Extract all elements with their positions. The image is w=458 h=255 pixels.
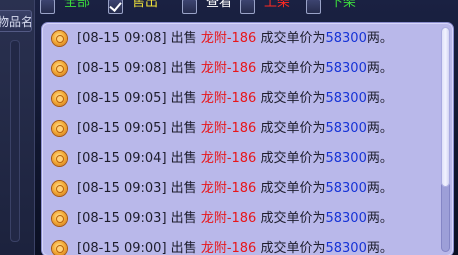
log-price-prefix: 成交单价为 [260, 121, 326, 136]
filter-all-checkbox[interactable] [40, 0, 55, 14]
left-panel: 物品名 [0, 0, 35, 255]
log-price: 58300 [325, 211, 367, 226]
log-entry-text: [08-15 09:03] 出售 龙附-186 成交单价为58300两。 [77, 210, 393, 228]
log-action: 出售 [170, 211, 197, 226]
log-item: 龙附-186 [200, 241, 257, 255]
log-item: 龙附-186 [200, 181, 257, 196]
log-entry-text: [08-15 09:05] 出售 龙附-186 成交单价为58300两。 [77, 90, 393, 108]
log-entry-text: [08-15 09:00] 出售 龙附-186 成交单价为58300两。 [77, 240, 393, 255]
log-unit: 两。 [366, 91, 393, 106]
log-action: 出售 [170, 181, 197, 196]
filter-sold-label: 售出 [132, 0, 159, 10]
log-time: [08-15 09:05] [77, 121, 167, 136]
log-price-prefix: 成交单价为 [260, 241, 326, 255]
trade-log-list: [08-15 09:08] 出售 龙附-186 成交单价为58300两。 [08-… [42, 23, 434, 255]
log-entry-text: [08-15 09:03] 出售 龙附-186 成交单价为58300两。 [77, 180, 393, 198]
log-price: 58300 [325, 121, 367, 136]
log-price-prefix: 成交单价为 [260, 151, 326, 166]
coin-icon [52, 181, 67, 196]
log-scrollbar[interactable] [441, 27, 450, 252]
filter-sold-checkbox[interactable] [108, 0, 123, 14]
log-scrollbar-thumb[interactable] [441, 27, 450, 187]
log-time: [08-15 09:08] [77, 61, 167, 76]
log-entry-text: [08-15 09:04] 出售 龙附-186 成交单价为58300两。 [77, 150, 393, 168]
log-entry-text: [08-15 09:05] 出售 龙附-186 成交单价为58300两。 [77, 120, 393, 138]
log-price: 58300 [325, 91, 367, 106]
log-entry-text: [08-15 09:08] 出售 龙附-186 成交单价为58300两。 [77, 60, 393, 78]
log-price: 58300 [325, 61, 367, 76]
log-price: 58300 [325, 241, 367, 255]
log-unit: 两。 [366, 31, 393, 46]
log-time: [08-15 09:00] [77, 241, 167, 255]
filter-sold[interactable]: 售出 [108, 0, 158, 16]
log-unit: 两。 [366, 151, 393, 166]
log-action: 出售 [170, 31, 197, 46]
filter-bar: 全部 售出 查看 上架 下架 [40, 0, 458, 16]
log-unit: 两。 [366, 61, 393, 76]
filter-all-label: 全部 [64, 0, 91, 10]
trade-log-window: 物品名 全部 售出 查看 上架 下架 [08-15 09:08] 出售 龙附-1… [0, 0, 458, 255]
log-time: [08-15 09:03] [77, 181, 167, 196]
trade-log-panel: [08-15 09:08] 出售 龙附-186 成交单价为58300两。 [08-… [41, 22, 454, 255]
log-price: 58300 [325, 181, 367, 196]
log-entry-text: [08-15 09:08] 出售 龙附-186 成交单价为58300两。 [77, 30, 393, 48]
filter-view-checkbox[interactable] [182, 0, 197, 14]
log-unit: 两。 [366, 241, 393, 255]
log-price-prefix: 成交单价为 [260, 181, 326, 196]
log-action: 出售 [170, 151, 197, 166]
coin-icon [52, 241, 67, 255]
log-price: 58300 [325, 151, 367, 166]
log-unit: 两。 [366, 121, 393, 136]
coin-icon [52, 121, 67, 136]
log-price-prefix: 成交单价为 [260, 91, 326, 106]
filter-view-label: 查看 [206, 0, 233, 10]
log-action: 出售 [170, 61, 197, 76]
log-item: 龙附-186 [200, 151, 257, 166]
log-time: [08-15 09:04] [77, 151, 167, 166]
log-action: 出售 [170, 241, 197, 255]
filter-list-label: 上架 [264, 0, 291, 10]
log-unit: 两。 [366, 211, 393, 226]
filter-all[interactable]: 全部 [40, 0, 90, 16]
log-item: 龙附-186 [200, 211, 257, 226]
log-action: 出售 [170, 121, 197, 136]
filter-delist-label: 下架 [330, 0, 357, 10]
log-time: [08-15 09:08] [77, 31, 167, 46]
coin-icon [52, 151, 67, 166]
log-time: [08-15 09:03] [77, 211, 167, 226]
filter-list[interactable]: 上架 [240, 0, 290, 16]
coin-icon [52, 31, 67, 46]
coin-icon [52, 211, 67, 226]
log-price-prefix: 成交单价为 [260, 211, 326, 226]
coin-icon [52, 61, 67, 76]
log-unit: 两。 [366, 181, 393, 196]
log-item: 龙附-186 [200, 91, 257, 106]
log-item: 龙附-186 [200, 61, 257, 76]
filter-delist[interactable]: 下架 [306, 0, 356, 16]
left-panel-scrollbar[interactable] [10, 40, 20, 242]
log-item: 龙附-186 [200, 121, 257, 136]
log-price: 58300 [325, 31, 367, 46]
log-time: [08-15 09:05] [77, 91, 167, 106]
filter-view[interactable]: 查看 [182, 0, 232, 16]
log-action: 出售 [170, 91, 197, 106]
item-name-column-tab[interactable]: 物品名 [0, 10, 32, 32]
log-price-prefix: 成交单价为 [260, 61, 326, 76]
filter-delist-checkbox[interactable] [306, 0, 321, 14]
filter-list-checkbox[interactable] [240, 0, 255, 14]
coin-icon [52, 91, 67, 106]
log-price-prefix: 成交单价为 [260, 31, 326, 46]
log-item: 龙附-186 [200, 31, 257, 46]
